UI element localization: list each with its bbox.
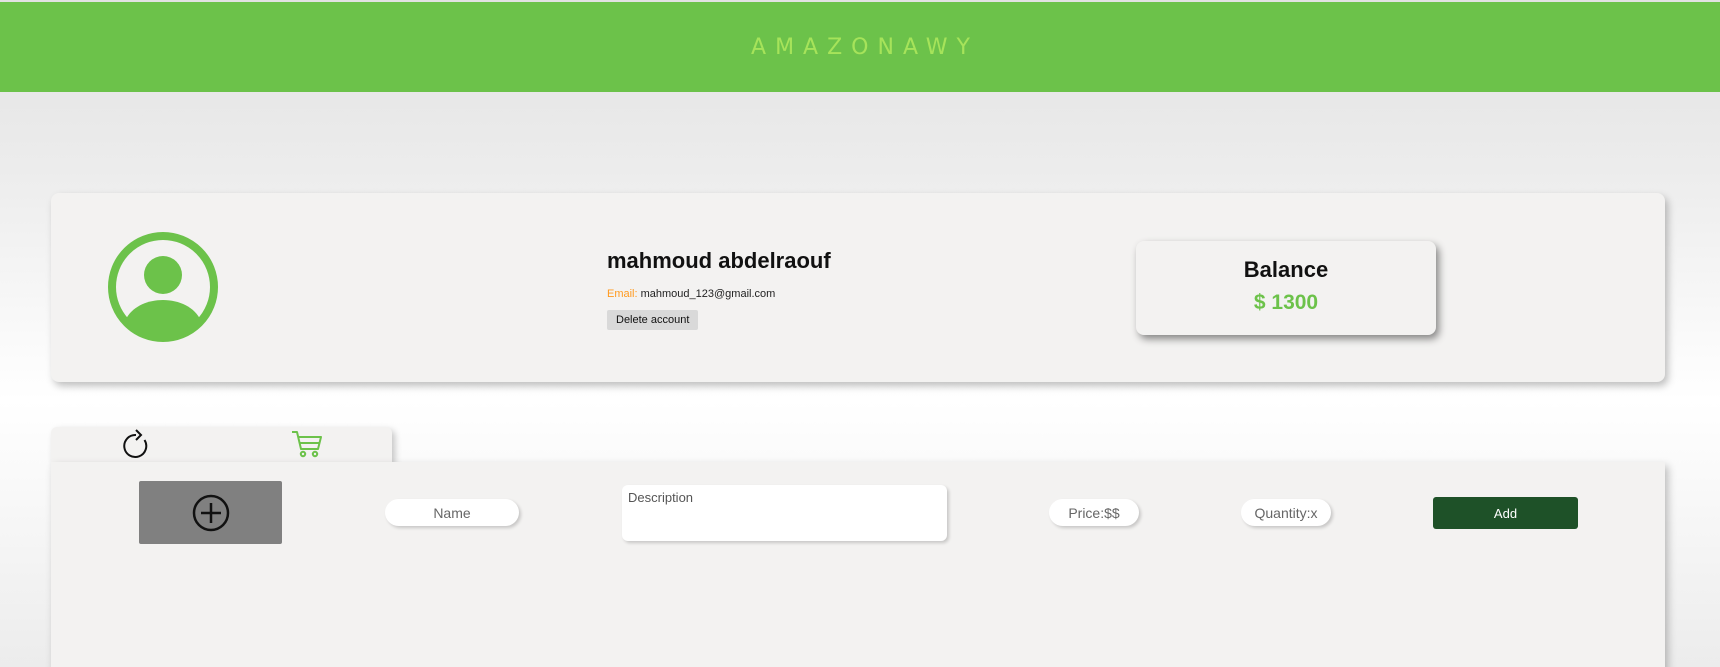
balance-amount: $ 1300 — [1253, 291, 1319, 314]
email-row: Email: mahmoud_123@gmail.com — [607, 288, 831, 300]
cart-icon[interactable] — [289, 425, 325, 461]
add-product-button[interactable]: Add — [1433, 497, 1578, 529]
user-name: mahmoud abdelraouf — [607, 248, 831, 273]
product-quantity-input[interactable] — [1241, 499, 1331, 526]
refresh-icon[interactable] — [118, 427, 154, 463]
plus-circle-icon — [192, 494, 229, 531]
product-price-input[interactable] — [1049, 499, 1139, 526]
balance-card: Balance $ 1300 — [1136, 241, 1436, 335]
profile-card: mahmoud abdelraouf Email: mahmoud_123@gm… — [51, 193, 1665, 382]
balance-title: Balance — [1243, 257, 1329, 282]
app-header: AMAZONAWY — [0, 2, 1720, 92]
brand-title: AMAZONAWY — [751, 34, 979, 60]
delete-account-button[interactable]: Delete account — [607, 310, 699, 330]
add-image-button[interactable] — [139, 481, 282, 544]
add-product-panel: Add — [51, 462, 1665, 667]
email-value: mahmoud_123@gmail.com — [640, 288, 776, 300]
product-name-input[interactable] — [385, 499, 519, 526]
tab-bar — [51, 427, 392, 463]
email-label: Email: — [607, 288, 638, 300]
user-info: mahmoud abdelraouf Email: mahmoud_123@gm… — [607, 248, 831, 330]
user-circle-icon — [108, 232, 218, 342]
product-description-input[interactable] — [622, 485, 947, 541]
